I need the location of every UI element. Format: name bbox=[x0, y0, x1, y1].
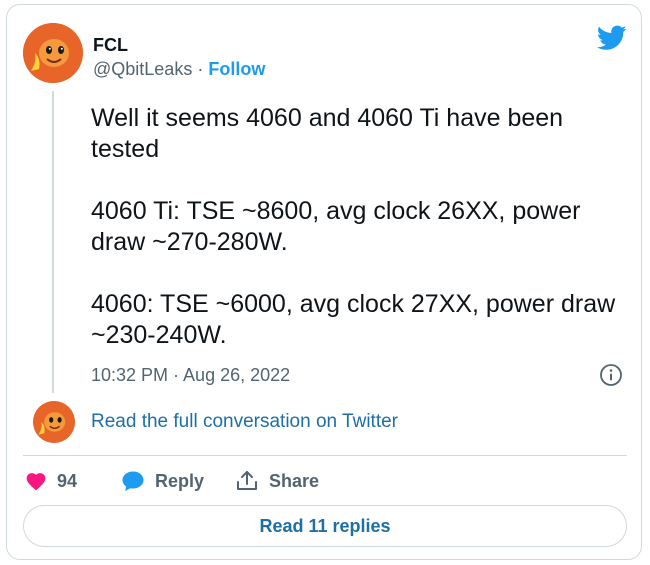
author-handle-row: @QbitLeaks · Follow bbox=[93, 59, 265, 80]
reply-label: Reply bbox=[155, 470, 205, 491]
author-avatar[interactable] bbox=[23, 23, 83, 83]
share-icon bbox=[237, 471, 257, 490]
share-label: Share bbox=[269, 470, 320, 491]
twitter-bird-icon[interactable] bbox=[597, 25, 627, 51]
share-button[interactable]: Share bbox=[235, 468, 319, 494]
tweet-card: FCL @QbitLeaks · Follow Well it seems 40… bbox=[6, 4, 642, 560]
divider bbox=[23, 455, 627, 456]
handle-separator: · bbox=[192, 59, 209, 79]
conversation-avatar[interactable] bbox=[33, 401, 75, 443]
read-conversation-link[interactable]: Read the full conversation on Twitter bbox=[91, 411, 398, 433]
like-count: 94 bbox=[57, 470, 78, 491]
author-handle[interactable]: @QbitLeaks bbox=[93, 59, 192, 79]
read-replies-button[interactable]: Read 11 replies bbox=[23, 505, 627, 547]
like-button[interactable]: 94 bbox=[25, 468, 77, 494]
tweet-timestamp[interactable]: 10:32 PM · Aug 26, 2022 bbox=[91, 365, 290, 386]
reply-button[interactable]: Reply bbox=[121, 468, 204, 494]
thread-line bbox=[52, 91, 54, 393]
info-icon[interactable] bbox=[599, 363, 623, 387]
heart-icon bbox=[26, 473, 46, 491]
reply-bubble-icon bbox=[122, 471, 144, 491]
follow-button[interactable]: Follow bbox=[208, 59, 265, 79]
author-name[interactable]: FCL bbox=[93, 35, 128, 56]
tweet-text: Well it seems 4060 and 4060 Ti have been… bbox=[91, 104, 616, 349]
